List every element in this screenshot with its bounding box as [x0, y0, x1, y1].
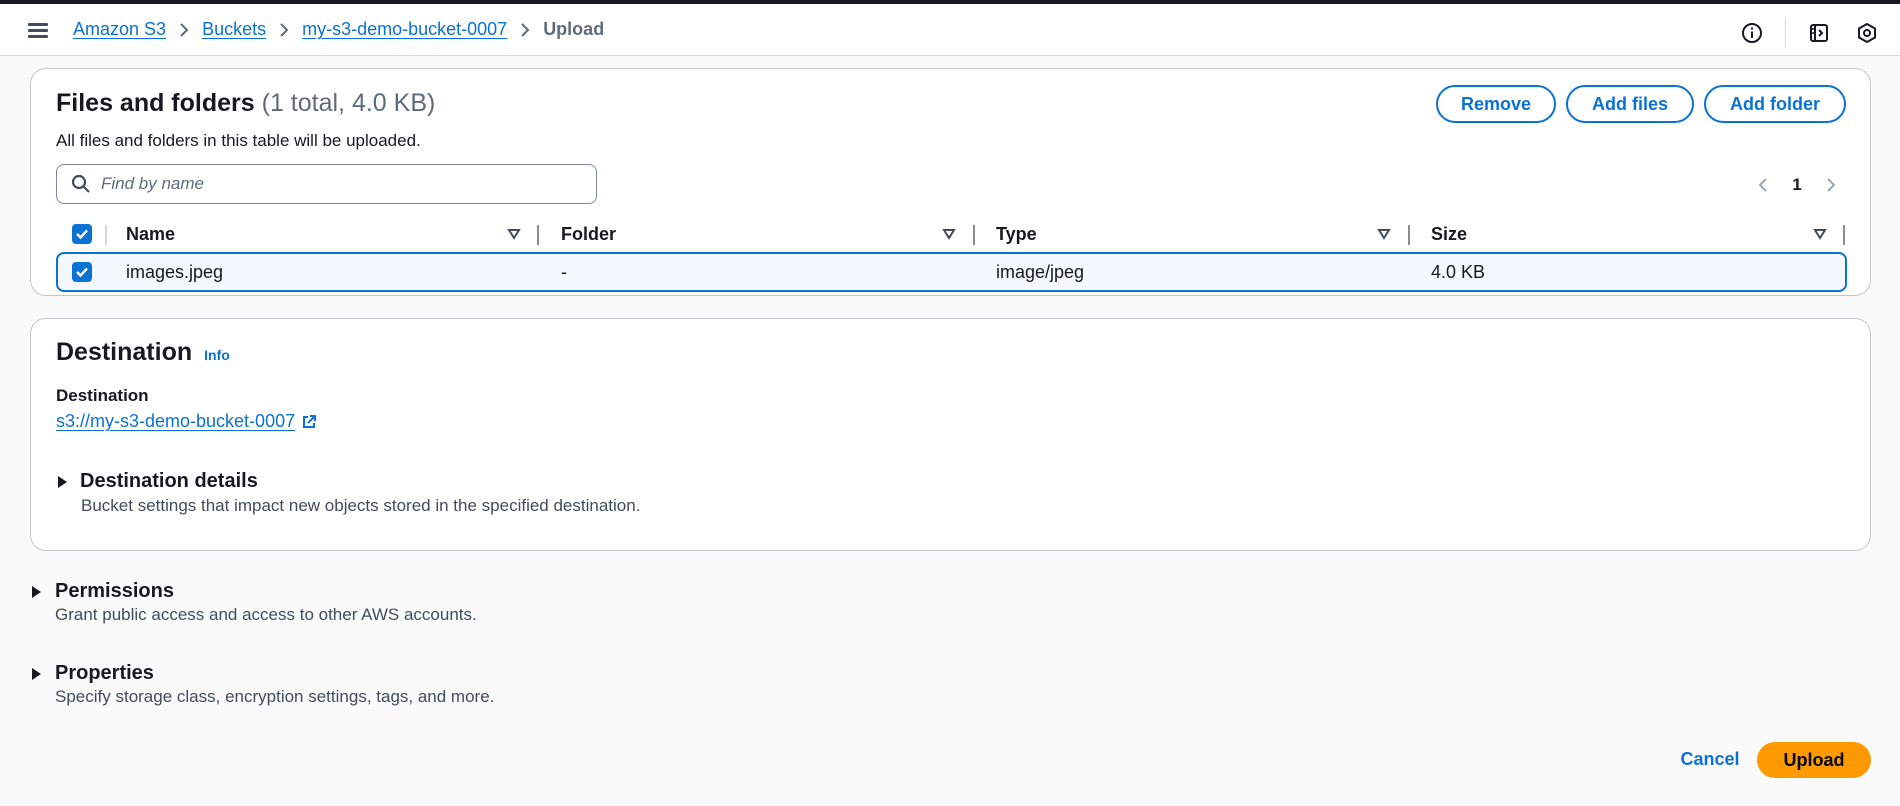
column-header-name[interactable]: Name	[126, 217, 175, 251]
chevron-right-icon	[166, 22, 202, 38]
destination-details-expander[interactable]: Destination details	[56, 470, 258, 493]
search-box	[56, 164, 597, 204]
select-all-checkbox[interactable]	[72, 224, 92, 244]
destination-details-description: Bucket settings that impact new objects …	[81, 496, 641, 515]
properties-title[interactable]: Properties	[55, 662, 154, 685]
destination-uri-link[interactable]: s3://my-s3-demo-bucket-0007	[56, 411, 317, 432]
previous-page-icon[interactable]	[1746, 174, 1780, 196]
upload-button[interactable]: Upload	[1757, 742, 1871, 778]
caret-right-icon	[56, 475, 74, 489]
feedback-panel-icon[interactable]	[1806, 20, 1832, 46]
column-divider[interactable]	[1408, 225, 1410, 245]
cell-folder: -	[561, 261, 567, 282]
caret-right-icon	[30, 585, 48, 599]
files-and-folders-container: Files and folders (1 total, 4.0 KB) All …	[30, 68, 1871, 296]
column-divider[interactable]	[537, 225, 539, 245]
next-page-icon[interactable]	[1814, 174, 1848, 196]
column-divider[interactable]	[1843, 225, 1845, 245]
search-icon	[71, 174, 90, 193]
properties-description: Specify storage class, encryption settin…	[55, 687, 495, 706]
breadcrumb-bucket-name[interactable]: my-s3-demo-bucket-0007	[302, 19, 507, 40]
info-link[interactable]: Info	[204, 347, 230, 363]
remove-button[interactable]: Remove	[1436, 85, 1556, 123]
cancel-button[interactable]: Cancel	[1650, 742, 1770, 776]
files-heading: Files and folders (1 total, 4.0 KB)	[56, 89, 435, 118]
sort-icon[interactable]	[942, 227, 956, 241]
top-navigation-bar: Amazon S3 Buckets my-s3-demo-bucket-0007…	[0, 4, 1900, 56]
chevron-right-icon	[507, 22, 543, 38]
cell-type: image/jpeg	[996, 261, 1085, 282]
column-divider[interactable]	[973, 225, 975, 245]
info-icon[interactable]	[1739, 20, 1765, 46]
hamburger-menu-icon[interactable]	[28, 21, 50, 39]
permissions-expander[interactable]: Permissions	[30, 580, 174, 603]
breadcrumb-buckets[interactable]: Buckets	[202, 19, 266, 40]
cell-size: 4.0 KB	[1431, 261, 1486, 282]
settings-hex-icon[interactable]	[1854, 20, 1880, 46]
permissions-description: Grant public access and access to other …	[55, 605, 477, 624]
destination-uri[interactable]: s3://my-s3-demo-bucket-0007	[56, 411, 295, 432]
breadcrumb-upload: Upload	[543, 19, 605, 39]
add-files-button[interactable]: Add files	[1566, 85, 1694, 123]
files-description: All files and folders in this table will…	[56, 131, 421, 150]
caret-right-icon	[30, 667, 48, 681]
column-divider	[105, 225, 107, 245]
sort-icon[interactable]	[1377, 227, 1391, 241]
column-header-folder[interactable]: Folder	[561, 217, 616, 251]
destination-container: Destination Info Destination s3://my-s3-…	[30, 318, 1871, 551]
breadcrumb: Amazon S3 Buckets my-s3-demo-bucket-0007…	[73, 19, 604, 40]
pagination: 1	[1746, 174, 1848, 196]
column-header-type[interactable]: Type	[996, 217, 1037, 251]
sort-icon[interactable]	[507, 227, 521, 241]
table-row[interactable]: images.jpeg - image/jpeg 4.0 KB	[56, 252, 1847, 292]
permissions-title[interactable]: Permissions	[55, 580, 174, 603]
external-link-icon	[303, 414, 317, 428]
column-header-size[interactable]: Size	[1431, 217, 1467, 251]
chevron-right-icon	[266, 22, 302, 38]
row-checkbox[interactable]	[72, 262, 92, 282]
destination-details-title[interactable]: Destination details	[80, 470, 258, 493]
breadcrumb-amazon-s3[interactable]: Amazon S3	[73, 19, 166, 40]
search-input[interactable]	[101, 174, 581, 194]
table-header: Name Folder Type Size	[56, 217, 1847, 251]
add-folder-button[interactable]: Add folder	[1704, 85, 1846, 123]
sort-icon[interactable]	[1813, 227, 1827, 241]
files-title: Files and folders	[56, 89, 255, 117]
page-number[interactable]: 1	[1780, 174, 1814, 196]
cell-name: images.jpeg	[126, 261, 224, 282]
destination-title: Destination	[56, 338, 193, 366]
destination-heading: Destination Info	[56, 338, 230, 367]
properties-expander[interactable]: Properties	[30, 662, 154, 685]
files-counter: (1 total, 4.0 KB)	[261, 89, 436, 117]
destination-label: Destination	[56, 386, 149, 405]
header-divider	[1785, 18, 1786, 48]
